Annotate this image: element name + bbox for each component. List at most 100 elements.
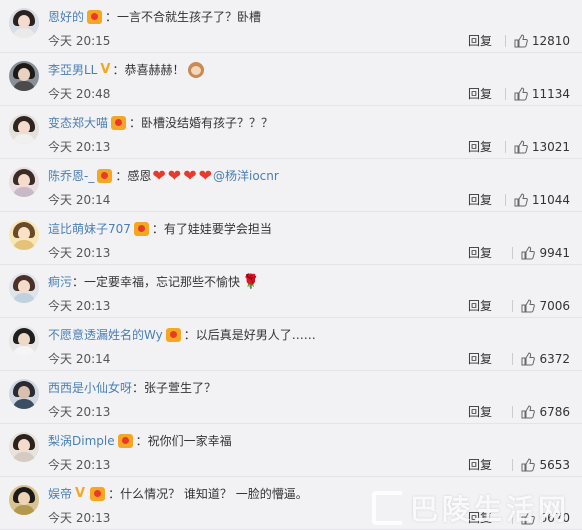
like-count: 13021	[531, 140, 570, 154]
thumbs-up-icon	[521, 405, 536, 419]
like-count: 6786	[539, 405, 570, 419]
like-button[interactable]: 11134	[504, 86, 570, 102]
like-button[interactable]: 6372	[512, 351, 570, 367]
avatar[interactable]	[9, 114, 39, 144]
avatar[interactable]	[9, 432, 39, 462]
comment-item: 恩好的 ： 一言不合就生孩子了？卧槽 今天 20:15 回复 12810	[0, 0, 582, 53]
username[interactable]: 变态郑大喵	[48, 114, 108, 132]
avatar[interactable]	[9, 220, 39, 250]
heart-emoji-icon: ❤	[198, 166, 212, 185]
like-count: 7006	[539, 299, 570, 313]
colon: ：	[183, 328, 196, 342]
like-button[interactable]: 6670	[512, 510, 570, 526]
comment-item: 不愿意透漏姓名的Wy ： 以后真是好男人了…… 今天 20:14 回复 6372	[0, 318, 582, 371]
heart-emoji-icon: ❤	[167, 166, 182, 185]
thumbs-up-icon	[514, 87, 528, 101]
divider	[504, 35, 506, 47]
vip-badge-icon	[117, 434, 133, 448]
divider	[512, 406, 514, 418]
comment-text: 一定要幸福，忘记那些不愉快	[84, 275, 241, 289]
avatar[interactable]	[9, 8, 39, 38]
reply-button[interactable]: 回复	[468, 192, 492, 208]
vip-badge-icon	[165, 328, 181, 342]
thumbs-up-icon	[521, 299, 536, 313]
colon: ：	[129, 116, 142, 130]
comment-item: 变态郑大喵 ： 卧槽没结婚有孩子？？？ 今天 20:13 回复 13021	[0, 106, 582, 159]
colon: ：	[108, 487, 121, 501]
heart-emoji-icon: ❤	[183, 166, 197, 185]
avatar[interactable]	[9, 485, 39, 515]
avatar[interactable]	[9, 167, 39, 197]
thumbs-up-icon	[521, 352, 536, 366]
divider	[504, 88, 506, 100]
verified-v-icon: V	[75, 486, 86, 501]
divider	[512, 353, 514, 365]
mention-link[interactable]: @杨洋iocnr	[213, 167, 279, 185]
username[interactable]: 陈乔恩-_	[48, 167, 94, 185]
comment-text: 什么情况？ 谁知道？ 一脸的懵逼。	[120, 487, 308, 501]
reply-button[interactable]: 回复	[468, 510, 492, 526]
like-count: 5653	[539, 458, 570, 472]
colon: ：	[112, 63, 125, 77]
username[interactable]: 這比萌妹子707	[48, 220, 131, 238]
colon: ：	[135, 434, 148, 448]
verified-v-icon: V	[100, 62, 111, 77]
comment-text: 祝你们一家幸福	[147, 434, 232, 448]
like-button[interactable]: 7006	[512, 298, 570, 314]
vip-badge-icon	[87, 10, 103, 24]
timestamp: 今天 20:13	[48, 140, 111, 154]
comment-item: 梨涡Dimple ： 祝你们一家幸福 今天 20:13 回复 5653	[0, 424, 582, 477]
divider	[512, 300, 514, 312]
like-count: 11044	[531, 193, 570, 207]
vip-badge-icon	[133, 222, 149, 236]
vip-badge-icon	[97, 169, 113, 183]
reply-button[interactable]: 回复	[468, 351, 492, 367]
reply-button[interactable]: 回复	[468, 33, 492, 49]
username[interactable]: 梨涡Dimple	[48, 432, 115, 450]
comment-item: 西西是小仙女呀 ： 张子萱生了？ 今天 20:13 回复 6786	[0, 371, 582, 424]
thumbs-up-icon	[514, 193, 528, 207]
thumbs-up-icon	[521, 246, 536, 260]
like-button[interactable]: 11044	[504, 192, 570, 208]
timestamp: 今天 20:14	[48, 352, 111, 366]
reply-button[interactable]: 回复	[468, 86, 492, 102]
like-button[interactable]: 12810	[504, 33, 570, 49]
reply-button[interactable]: 回复	[468, 245, 492, 261]
divider	[504, 141, 506, 153]
reply-button[interactable]: 回复	[468, 139, 492, 155]
reply-button[interactable]: 回复	[468, 298, 492, 314]
like-button[interactable]: 13021	[504, 139, 570, 155]
avatar[interactable]	[9, 326, 39, 356]
colon: ：	[115, 169, 128, 183]
thumbs-up-icon	[521, 458, 536, 472]
reply-button[interactable]: 回复	[468, 457, 492, 473]
comment-text: 恭喜赫赫！	[124, 63, 185, 77]
avatar[interactable]	[9, 273, 39, 303]
avatar[interactable]	[9, 379, 39, 409]
colon: ：	[151, 222, 164, 236]
like-count: 6670	[539, 511, 570, 525]
rose-emoji-icon: 🌹	[242, 274, 260, 290]
thumbs-up-icon	[521, 511, 536, 525]
avatar[interactable]	[9, 61, 39, 91]
username[interactable]: 痾污	[48, 273, 72, 291]
like-count: 9941	[539, 246, 570, 260]
comment-item: 痾污 ： 一定要幸福，忘记那些不愉快 🌹 今天 20:13 回复 7006	[0, 265, 582, 318]
comment-text: 以后真是好男人了……	[195, 328, 316, 342]
vip-badge-icon	[90, 487, 106, 501]
timestamp: 今天 20:14	[48, 193, 111, 207]
divider	[512, 459, 514, 471]
username[interactable]: 不愿意透漏姓名的Wy	[48, 326, 163, 344]
like-button[interactable]: 5653	[512, 457, 570, 473]
username[interactable]: 西西是小仙女呀	[48, 379, 132, 397]
reply-button[interactable]: 回复	[468, 404, 492, 420]
username[interactable]: 娱帝	[48, 485, 72, 503]
heart-emoji-icon: ❤	[152, 166, 166, 185]
divider	[504, 194, 506, 206]
timestamp: 今天 20:13	[48, 511, 111, 525]
username[interactable]: 李亞男LL	[48, 61, 97, 79]
like-button[interactable]: 9941	[512, 245, 570, 261]
username[interactable]: 恩好的	[48, 8, 84, 26]
like-button[interactable]: 6786	[512, 404, 570, 420]
comment-text: 卧槽没结婚有孩子？？？	[141, 116, 274, 130]
